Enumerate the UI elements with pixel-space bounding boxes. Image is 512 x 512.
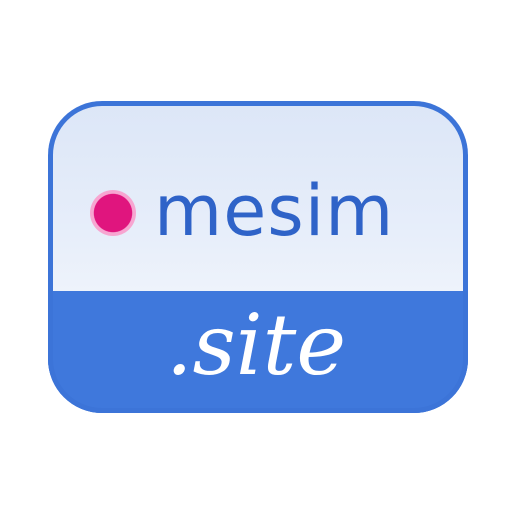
brand-name: mesim — [154, 170, 395, 252]
tld-text: .site — [165, 296, 347, 394]
logo-canvas: mesim .site — [0, 0, 512, 512]
dot-icon — [90, 190, 136, 236]
